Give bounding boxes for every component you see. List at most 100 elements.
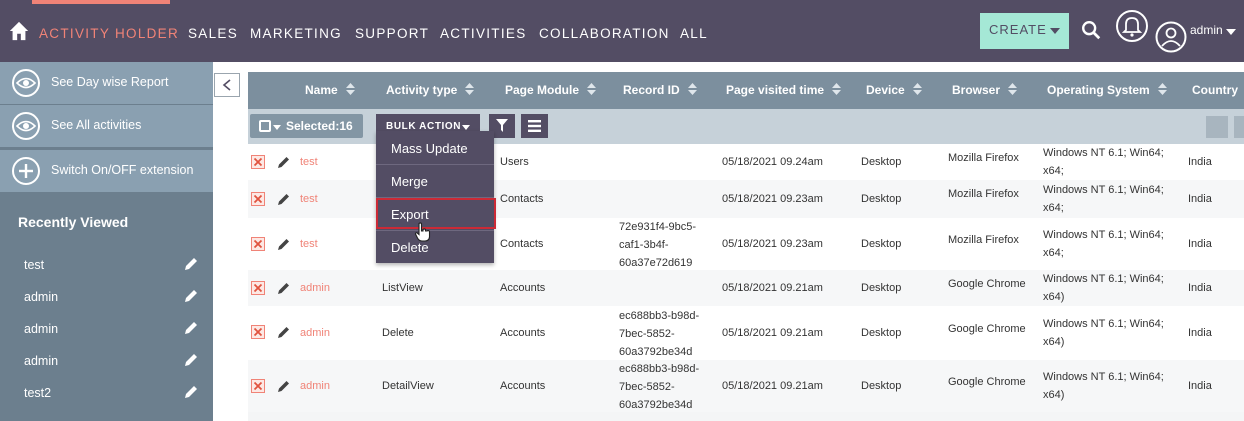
pencil-icon[interactable] <box>183 256 199 272</box>
sort-icon <box>465 83 475 95</box>
recent-item[interactable]: admin <box>0 354 213 386</box>
pencil-icon[interactable] <box>277 281 291 295</box>
pencil-icon[interactable] <box>277 325 291 339</box>
pencil-icon[interactable] <box>277 155 291 169</box>
column-chooser-button[interactable] <box>521 114 548 138</box>
home-icon[interactable] <box>8 20 30 42</box>
sidebar-action-switch-extension[interactable]: Switch On/OFF extension <box>0 150 213 192</box>
record-name-link[interactable]: test <box>300 153 318 171</box>
cell-activity-type: ListView <box>382 282 423 294</box>
nav-link-all[interactable]: ALL <box>680 26 708 41</box>
user-avatar-icon[interactable] <box>1155 21 1187 53</box>
pencil-icon[interactable] <box>277 237 291 251</box>
sidebar-action-label: See Day wise Report <box>51 75 169 89</box>
pagination-first-button[interactable] <box>1206 116 1228 138</box>
search-icon[interactable] <box>1080 19 1102 41</box>
record-name-link[interactable]: test <box>300 190 318 208</box>
cell-country: India <box>1188 327 1212 339</box>
cell-country: India <box>1188 193 1212 205</box>
sidebar-collapse-button[interactable] <box>214 73 240 97</box>
cell-browser: Mozilla Firefox <box>948 234 1019 246</box>
column-header-label: Browser <box>952 83 1001 97</box>
sidebar-action-day-wise-report[interactable]: See Day wise Report <box>0 62 213 104</box>
column-header-country[interactable]: Country <box>1192 83 1238 97</box>
cell-operating-system: Windows NT 6.1; Win64; x64) <box>1043 371 1164 401</box>
cell-record-id: 72e931f4-9bc5-caf1-3b4f-60a37e72d619 <box>619 221 697 269</box>
nav-link-sales[interactable]: SALES <box>188 26 238 41</box>
list-icon <box>528 120 541 132</box>
remove-icon[interactable] <box>251 237 265 251</box>
remove-icon[interactable] <box>251 281 265 295</box>
export-highlight-frame <box>376 198 496 229</box>
sidebar-action-see-all-activities[interactable]: See All activities <box>0 105 213 147</box>
sort-icon <box>912 83 922 95</box>
sidebar-action-label: Switch On/OFF extension <box>51 163 194 177</box>
nav-link-marketing[interactable]: MARKETING <box>250 26 342 41</box>
chevron-down-icon <box>1050 28 1060 34</box>
record-name-link[interactable]: admin <box>300 377 330 395</box>
pencil-icon[interactable] <box>183 384 199 400</box>
cell-page-visited-time: 05/18/2021 09.21am <box>722 282 823 294</box>
recent-item-label: test <box>24 258 45 272</box>
cell-operating-system: Windows NT 6.1; Win64; x64; <box>1043 184 1164 214</box>
record-name-link[interactable]: test <box>300 235 318 253</box>
active-tab-indicator <box>32 0 170 4</box>
chevron-down-icon <box>273 125 281 130</box>
table-row[interactable]: admin ListView Accounts 05/18/2021 09.21… <box>248 270 1244 306</box>
cell-record-id: ec688bb3-b98d-7bec-5852-60a3792be34d <box>619 310 700 358</box>
brand-tab-activity-holder[interactable]: ACTIVITY HOLDER <box>39 26 179 41</box>
pencil-icon[interactable] <box>183 352 199 368</box>
column-header-activity-type[interactable]: Activity type <box>386 83 475 97</box>
cell-operating-system: Windows NT 6.1; Win64; x64; <box>1043 229 1164 259</box>
selection-dropdown-button[interactable]: Selected:16 <box>250 114 363 138</box>
cell-device: Desktop <box>861 156 902 168</box>
recent-item[interactable]: test <box>0 258 213 290</box>
remove-icon[interactable] <box>251 192 265 206</box>
remove-icon[interactable] <box>251 325 265 339</box>
cell-page-visited-time: 05/18/2021 09.24am <box>722 156 823 168</box>
create-button-label: CREATE <box>989 22 1047 37</box>
table-row[interactable]: admin Delete Accounts ec688bb3-b98d-7bec… <box>248 306 1244 360</box>
table-header: Name Activity type Page Module Record ID… <box>248 72 1244 109</box>
record-name-link[interactable]: admin <box>300 279 330 297</box>
pencil-icon[interactable] <box>183 288 199 304</box>
remove-icon[interactable] <box>251 379 265 393</box>
nav-link-collaboration[interactable]: COLLABORATION <box>539 26 670 41</box>
nav-link-support[interactable]: SUPPORT <box>355 26 429 41</box>
pagination-prev-button[interactable] <box>1234 116 1244 138</box>
sidebar: See Day wise Report See All activities S… <box>0 62 213 421</box>
cell-operating-system: Windows NT 6.1; Win64; x64) <box>1043 273 1164 303</box>
table-row[interactable]: admin DetailView Accounts ec688bb3-b98d-… <box>248 360 1244 412</box>
menu-item-mass-update[interactable]: Mass Update <box>376 131 494 164</box>
cell-device: Desktop <box>861 327 902 339</box>
recent-item[interactable]: admin <box>0 290 213 322</box>
column-header-name[interactable]: Name <box>305 83 355 97</box>
pencil-icon[interactable] <box>183 320 199 336</box>
record-name-link[interactable]: admin <box>300 324 330 342</box>
recent-item[interactable]: admin <box>0 322 213 354</box>
chevron-down-icon[interactable] <box>1226 29 1236 35</box>
pencil-icon[interactable] <box>277 379 291 393</box>
nav-link-activities[interactable]: ACTIVITIES <box>440 26 527 41</box>
recent-item-label: admin <box>24 354 59 368</box>
column-header-browser[interactable]: Browser <box>952 83 1018 97</box>
column-header-page-visited-time[interactable]: Page visited time <box>726 83 842 97</box>
cell-country: India <box>1188 282 1212 294</box>
menu-item-delete[interactable]: Delete <box>376 230 494 263</box>
column-header-record-id[interactable]: Record ID <box>623 83 697 97</box>
eye-icon <box>12 69 40 97</box>
remove-icon[interactable] <box>251 155 265 169</box>
sort-icon <box>1008 83 1018 95</box>
menu-item-merge[interactable]: Merge <box>376 164 494 197</box>
pencil-icon[interactable] <box>277 192 291 206</box>
column-header-operating-system[interactable]: Operating System <box>1047 83 1167 97</box>
user-menu-label[interactable]: admin <box>1190 23 1223 37</box>
column-header-device[interactable]: Device <box>866 83 922 97</box>
bulk-action-menu: Mass Update Merge Export Delete <box>376 131 494 263</box>
column-header-page-module[interactable]: Page Module <box>505 83 597 97</box>
checkbox-icon <box>259 120 271 132</box>
bell-notification-icon[interactable] <box>1115 9 1149 43</box>
create-button[interactable]: CREATE <box>980 13 1069 49</box>
recent-item[interactable]: test2 <box>0 386 213 418</box>
cell-page-visited-time: 05/18/2021 09.23am <box>722 193 823 205</box>
